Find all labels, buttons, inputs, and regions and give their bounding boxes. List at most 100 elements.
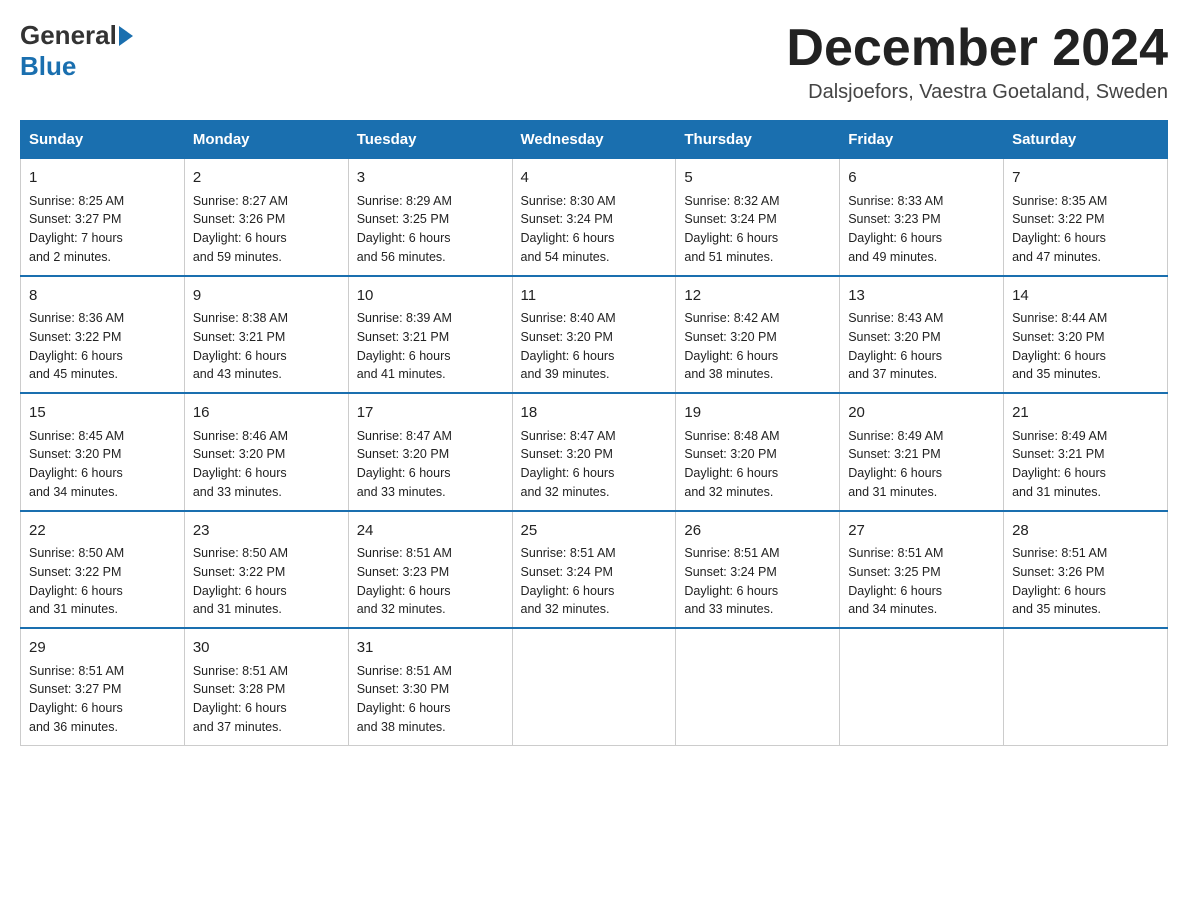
day-number: 18 <box>521 402 668 425</box>
day-info: Sunrise: 8:39 AMSunset: 3:21 PMDaylight:… <box>357 309 504 384</box>
weekday-header-row: SundayMondayTuesdayWednesdayThursdayFrid… <box>21 121 1168 159</box>
day-info: Sunrise: 8:51 AMSunset: 3:28 PMDaylight:… <box>193 662 340 737</box>
calendar-day-cell: 29Sunrise: 8:51 AMSunset: 3:27 PMDayligh… <box>21 628 185 745</box>
calendar-day-cell: 10Sunrise: 8:39 AMSunset: 3:21 PMDayligh… <box>348 276 512 394</box>
calendar-day-cell: 3Sunrise: 8:29 AMSunset: 3:25 PMDaylight… <box>348 159 512 276</box>
calendar-day-cell: 22Sunrise: 8:50 AMSunset: 3:22 PMDayligh… <box>21 511 185 629</box>
day-info: Sunrise: 8:50 AMSunset: 3:22 PMDaylight:… <box>193 544 340 619</box>
calendar-day-cell: 4Sunrise: 8:30 AMSunset: 3:24 PMDaylight… <box>512 159 676 276</box>
calendar-day-cell <box>676 628 840 745</box>
calendar-week-row: 8Sunrise: 8:36 AMSunset: 3:22 PMDaylight… <box>21 276 1168 394</box>
day-info: Sunrise: 8:51 AMSunset: 3:24 PMDaylight:… <box>684 544 831 619</box>
day-info: Sunrise: 8:46 AMSunset: 3:20 PMDaylight:… <box>193 427 340 502</box>
title-area: December 2024 Dalsjoefors, Vaestra Goeta… <box>786 20 1168 104</box>
day-number: 11 <box>521 285 668 308</box>
calendar-week-row: 15Sunrise: 8:45 AMSunset: 3:20 PMDayligh… <box>21 393 1168 511</box>
day-info: Sunrise: 8:43 AMSunset: 3:20 PMDaylight:… <box>848 309 995 384</box>
logo-general-text: General <box>20 20 117 51</box>
calendar-day-cell: 26Sunrise: 8:51 AMSunset: 3:24 PMDayligh… <box>676 511 840 629</box>
day-number: 19 <box>684 402 831 425</box>
calendar-day-cell: 20Sunrise: 8:49 AMSunset: 3:21 PMDayligh… <box>840 393 1004 511</box>
calendar-day-cell <box>840 628 1004 745</box>
calendar-day-cell: 13Sunrise: 8:43 AMSunset: 3:20 PMDayligh… <box>840 276 1004 394</box>
calendar-day-cell: 27Sunrise: 8:51 AMSunset: 3:25 PMDayligh… <box>840 511 1004 629</box>
calendar-day-cell: 17Sunrise: 8:47 AMSunset: 3:20 PMDayligh… <box>348 393 512 511</box>
subtitle: Dalsjoefors, Vaestra Goetaland, Sweden <box>786 81 1168 104</box>
day-number: 15 <box>29 402 176 425</box>
calendar-day-cell: 31Sunrise: 8:51 AMSunset: 3:30 PMDayligh… <box>348 628 512 745</box>
calendar-day-cell: 21Sunrise: 8:49 AMSunset: 3:21 PMDayligh… <box>1004 393 1168 511</box>
day-number: 29 <box>29 637 176 660</box>
day-number: 1 <box>29 167 176 190</box>
calendar-day-cell: 15Sunrise: 8:45 AMSunset: 3:20 PMDayligh… <box>21 393 185 511</box>
day-info: Sunrise: 8:36 AMSunset: 3:22 PMDaylight:… <box>29 309 176 384</box>
page-title: December 2024 <box>786 20 1168 77</box>
day-number: 27 <box>848 520 995 543</box>
day-info: Sunrise: 8:44 AMSunset: 3:20 PMDaylight:… <box>1012 309 1159 384</box>
calendar-day-cell: 11Sunrise: 8:40 AMSunset: 3:20 PMDayligh… <box>512 276 676 394</box>
calendar-week-row: 22Sunrise: 8:50 AMSunset: 3:22 PMDayligh… <box>21 511 1168 629</box>
weekday-header-monday: Monday <box>184 121 348 159</box>
day-number: 13 <box>848 285 995 308</box>
day-number: 22 <box>29 520 176 543</box>
day-info: Sunrise: 8:51 AMSunset: 3:30 PMDaylight:… <box>357 662 504 737</box>
weekday-header-saturday: Saturday <box>1004 121 1168 159</box>
day-info: Sunrise: 8:49 AMSunset: 3:21 PMDaylight:… <box>848 427 995 502</box>
calendar-day-cell: 24Sunrise: 8:51 AMSunset: 3:23 PMDayligh… <box>348 511 512 629</box>
day-number: 16 <box>193 402 340 425</box>
calendar-day-cell: 2Sunrise: 8:27 AMSunset: 3:26 PMDaylight… <box>184 159 348 276</box>
day-number: 24 <box>357 520 504 543</box>
calendar-day-cell: 25Sunrise: 8:51 AMSunset: 3:24 PMDayligh… <box>512 511 676 629</box>
day-info: Sunrise: 8:42 AMSunset: 3:20 PMDaylight:… <box>684 309 831 384</box>
day-info: Sunrise: 8:50 AMSunset: 3:22 PMDaylight:… <box>29 544 176 619</box>
day-number: 17 <box>357 402 504 425</box>
logo: General Blue <box>20 20 135 82</box>
day-number: 8 <box>29 285 176 308</box>
day-number: 5 <box>684 167 831 190</box>
calendar-day-cell: 30Sunrise: 8:51 AMSunset: 3:28 PMDayligh… <box>184 628 348 745</box>
weekday-header-sunday: Sunday <box>21 121 185 159</box>
day-info: Sunrise: 8:49 AMSunset: 3:21 PMDaylight:… <box>1012 427 1159 502</box>
day-number: 9 <box>193 285 340 308</box>
calendar-day-cell: 23Sunrise: 8:50 AMSunset: 3:22 PMDayligh… <box>184 511 348 629</box>
logo-blue-text: Blue <box>20 51 76 82</box>
day-info: Sunrise: 8:30 AMSunset: 3:24 PMDaylight:… <box>521 192 668 267</box>
calendar-day-cell: 16Sunrise: 8:46 AMSunset: 3:20 PMDayligh… <box>184 393 348 511</box>
day-info: Sunrise: 8:47 AMSunset: 3:20 PMDaylight:… <box>357 427 504 502</box>
header: General Blue December 2024 Dalsjoefors, … <box>20 20 1168 104</box>
day-info: Sunrise: 8:35 AMSunset: 3:22 PMDaylight:… <box>1012 192 1159 267</box>
day-number: 3 <box>357 167 504 190</box>
day-info: Sunrise: 8:29 AMSunset: 3:25 PMDaylight:… <box>357 192 504 267</box>
day-info: Sunrise: 8:27 AMSunset: 3:26 PMDaylight:… <box>193 192 340 267</box>
day-info: Sunrise: 8:25 AMSunset: 3:27 PMDaylight:… <box>29 192 176 267</box>
calendar-week-row: 29Sunrise: 8:51 AMSunset: 3:27 PMDayligh… <box>21 628 1168 745</box>
day-info: Sunrise: 8:51 AMSunset: 3:23 PMDaylight:… <box>357 544 504 619</box>
day-number: 28 <box>1012 520 1159 543</box>
calendar-table: SundayMondayTuesdayWednesdayThursdayFrid… <box>20 120 1168 746</box>
day-info: Sunrise: 8:40 AMSunset: 3:20 PMDaylight:… <box>521 309 668 384</box>
day-info: Sunrise: 8:48 AMSunset: 3:20 PMDaylight:… <box>684 427 831 502</box>
day-info: Sunrise: 8:51 AMSunset: 3:27 PMDaylight:… <box>29 662 176 737</box>
calendar-day-cell: 9Sunrise: 8:38 AMSunset: 3:21 PMDaylight… <box>184 276 348 394</box>
calendar-day-cell: 28Sunrise: 8:51 AMSunset: 3:26 PMDayligh… <box>1004 511 1168 629</box>
weekday-header-wednesday: Wednesday <box>512 121 676 159</box>
day-number: 10 <box>357 285 504 308</box>
day-info: Sunrise: 8:51 AMSunset: 3:26 PMDaylight:… <box>1012 544 1159 619</box>
day-number: 25 <box>521 520 668 543</box>
day-number: 7 <box>1012 167 1159 190</box>
day-info: Sunrise: 8:51 AMSunset: 3:25 PMDaylight:… <box>848 544 995 619</box>
day-info: Sunrise: 8:47 AMSunset: 3:20 PMDaylight:… <box>521 427 668 502</box>
day-number: 23 <box>193 520 340 543</box>
day-info: Sunrise: 8:32 AMSunset: 3:24 PMDaylight:… <box>684 192 831 267</box>
calendar-week-row: 1Sunrise: 8:25 AMSunset: 3:27 PMDaylight… <box>21 159 1168 276</box>
day-number: 12 <box>684 285 831 308</box>
day-info: Sunrise: 8:33 AMSunset: 3:23 PMDaylight:… <box>848 192 995 267</box>
day-number: 14 <box>1012 285 1159 308</box>
calendar-day-cell: 12Sunrise: 8:42 AMSunset: 3:20 PMDayligh… <box>676 276 840 394</box>
logo-triangle-icon <box>119 26 133 46</box>
calendar-day-cell: 1Sunrise: 8:25 AMSunset: 3:27 PMDaylight… <box>21 159 185 276</box>
weekday-header-tuesday: Tuesday <box>348 121 512 159</box>
day-number: 30 <box>193 637 340 660</box>
calendar-day-cell: 6Sunrise: 8:33 AMSunset: 3:23 PMDaylight… <box>840 159 1004 276</box>
day-number: 31 <box>357 637 504 660</box>
